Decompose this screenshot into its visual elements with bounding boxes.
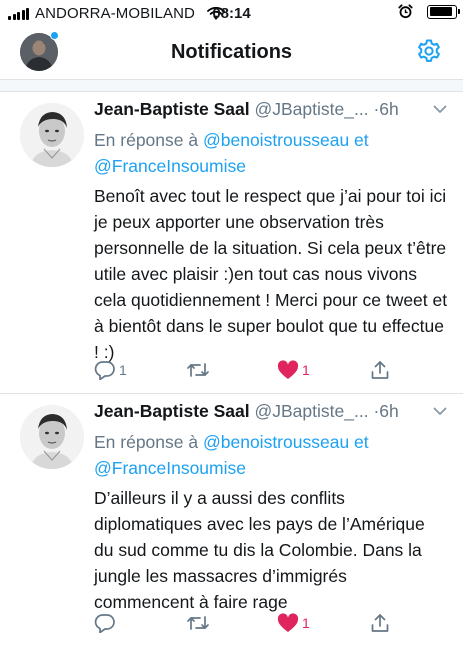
tweet-card[interactable]: Jean-Baptiste Saal @JBaptiste_... ·6h En…: [0, 93, 463, 394]
tweet-text: Benoît avec tout le respect que j’ai pou…: [94, 186, 448, 362]
reply-and: et: [354, 130, 369, 150]
heart-icon: [277, 613, 299, 632]
tweet-header: Jean-Baptiste Saal @JBaptiste_... ·6h: [94, 401, 454, 422]
author-handle[interactable]: @JBaptiste_...: [255, 401, 369, 421]
share-icon: [371, 361, 389, 379]
reply-button[interactable]: 1: [94, 360, 127, 380]
reply-icon: [94, 361, 115, 380]
mention-link[interactable]: @FranceInsoumise: [94, 458, 246, 478]
section-separator: [0, 80, 463, 92]
tweet-text: D’ailleurs il y a aussi des conflits dip…: [94, 488, 425, 612]
retweet-icon: [187, 363, 209, 377]
unread-dot: [50, 31, 59, 40]
retweet-icon: [187, 616, 209, 630]
reply-prefix: En réponse à: [94, 130, 199, 150]
like-button[interactable]: 1: [277, 613, 310, 633]
status-right: [398, 4, 460, 19]
reply-prefix: En réponse à: [94, 432, 199, 452]
like-count: 1: [302, 615, 310, 631]
author-avatar[interactable]: [20, 405, 84, 469]
like-count: 1: [302, 362, 310, 378]
nav-header: Notifications: [0, 28, 463, 80]
profile-photo-icon: [20, 103, 84, 167]
mention-link[interactable]: @benoistrousseau: [203, 130, 349, 150]
reply-context: En réponse à @benoistrousseau et @France…: [94, 429, 444, 481]
share-icon: [371, 614, 389, 632]
timestamp: 6h: [379, 401, 399, 421]
like-button[interactable]: 1: [277, 360, 310, 380]
chevron-down-icon[interactable]: [433, 407, 447, 416]
author-handle[interactable]: @JBaptiste_...: [255, 99, 369, 119]
tweet-header: Jean-Baptiste Saal @JBaptiste_... ·6h: [94, 99, 454, 120]
retweet-button[interactable]: [186, 360, 213, 380]
share-button[interactable]: [370, 613, 390, 633]
tweet-card[interactable]: Jean-Baptiste Saal @JBaptiste_... ·6h En…: [0, 395, 463, 650]
timestamp: 6h: [379, 99, 399, 119]
author-name[interactable]: Jean-Baptiste Saal: [94, 99, 250, 119]
reply-button[interactable]: [94, 613, 119, 633]
profile-photo-icon: [20, 405, 84, 469]
battery-level: [429, 7, 452, 16]
page-title: Notifications: [170, 41, 293, 63]
chevron-down-icon[interactable]: [433, 105, 447, 114]
retweet-button[interactable]: [186, 613, 213, 633]
author-name[interactable]: Jean-Baptiste Saal: [94, 401, 250, 421]
battery-icon: [427, 4, 460, 19]
mention-link[interactable]: @benoistrousseau: [203, 432, 349, 452]
status-bar: ANDORRA-MOBILAND 08:14: [0, 0, 463, 28]
status-time: 08:14: [212, 5, 251, 22]
heart-icon: [277, 360, 299, 379]
share-button[interactable]: [370, 360, 390, 380]
author-avatar[interactable]: [20, 103, 84, 167]
mention-link[interactable]: @FranceInsoumise: [94, 156, 246, 176]
reply-and: et: [354, 432, 369, 452]
tweet-actions: 1: [94, 613, 414, 637]
reply-context: En réponse à @benoistrousseau et @France…: [94, 127, 444, 179]
reply-icon: [94, 614, 115, 633]
tweet-actions: 1 1: [94, 360, 414, 384]
gear-icon[interactable]: [416, 38, 442, 64]
reply-count: 1: [119, 362, 127, 378]
alarm-icon: [398, 4, 413, 19]
